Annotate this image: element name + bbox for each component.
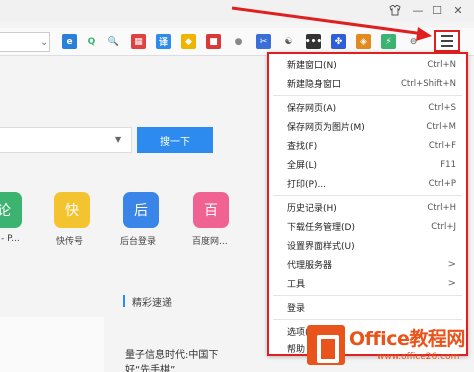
- globe-icon[interactable]: ●: [231, 34, 246, 49]
- baidu-icon[interactable]: ✤: [331, 34, 346, 49]
- menu-item-tools[interactable]: 工具 >: [269, 274, 466, 293]
- translate-icon[interactable]: 译: [156, 34, 171, 49]
- shortcut-tile[interactable]: 论: [0, 192, 22, 228]
- menu-separator: [273, 95, 462, 96]
- section-marker: [123, 295, 125, 307]
- more-icon[interactable]: •••: [305, 34, 322, 49]
- shield-icon[interactable]: ◆: [181, 34, 196, 49]
- main-menu-button[interactable]: [434, 30, 460, 52]
- logo-brand-text: Office教程网: [349, 328, 465, 350]
- minimize-button[interactable]: —: [411, 3, 425, 17]
- search-tools-icon[interactable]: Q: [84, 34, 99, 49]
- main-menu-dropdown: 新建窗口(N) Ctrl+N 新建隐身窗口 Ctrl+Shift+N 保存网页(A)…: [267, 52, 468, 356]
- battery-icon[interactable]: ⚡: [381, 34, 396, 49]
- menu-item-print[interactable]: 打印(P)... Ctrl+P: [269, 174, 466, 193]
- section-title: 精彩速递: [132, 298, 172, 309]
- apps-icon[interactable]: ▦: [131, 34, 146, 49]
- menu-line-icon: [441, 45, 453, 47]
- news-title[interactable]: 量子信息时代:中国下: [125, 346, 218, 361]
- news-title-cont[interactable]: 好“先手棋”: [125, 361, 175, 372]
- menu-item-ui-style[interactable]: 设置界面样式(U): [269, 236, 466, 255]
- menu-line-icon: [441, 40, 453, 42]
- menu-item-fullscreen[interactable]: 全屏(L) F11: [269, 155, 466, 174]
- shirt-icon[interactable]: [388, 3, 402, 17]
- menu-item-proxy[interactable]: 代理服务器 >: [269, 255, 466, 274]
- search-dropdown-icon[interactable]: ▼: [115, 135, 121, 144]
- menu-separator: [273, 195, 462, 196]
- save-icon[interactable]: ■: [206, 34, 221, 49]
- office-logo: Office教程网 www.office26.com: [307, 322, 472, 372]
- search-button[interactable]: 搜一下: [137, 127, 213, 153]
- search-input[interactable]: [0, 127, 132, 153]
- chevron-right-icon: >: [447, 259, 456, 270]
- shortcut-tile[interactable]: 后: [123, 192, 159, 228]
- shortcut-label: 快传号: [56, 237, 84, 247]
- left-panel: [0, 317, 104, 372]
- menu-separator: [273, 295, 462, 296]
- close-button[interactable]: ✕: [451, 3, 465, 17]
- menu-item-find[interactable]: 查找(F) Ctrl+F: [269, 136, 466, 155]
- title-bar: — ☐ ✕: [0, 0, 474, 22]
- maximize-button[interactable]: ☐: [430, 3, 444, 17]
- ie-icon[interactable]: e: [62, 34, 77, 49]
- menu-item-save-as-image[interactable]: 保存网页为图片(M) Ctrl+M: [269, 117, 466, 136]
- shortcut-tile[interactable]: 快: [54, 192, 90, 228]
- menu-item-login[interactable]: 登录: [269, 298, 466, 317]
- shortcut-label: - P...: [1, 234, 20, 244]
- menu-item-downloads[interactable]: 下载任务管理(D) Ctrl+J: [269, 217, 466, 236]
- menu-separator: [273, 319, 462, 320]
- screenshot-icon[interactable]: ✂: [256, 34, 271, 49]
- shortcut-label: 百度网...: [192, 237, 228, 247]
- chevron-down-icon[interactable]: ⌄: [40, 37, 48, 48]
- link-icon[interactable]: ⊖: [406, 34, 421, 49]
- shortcut-label: 后台登录: [120, 237, 157, 247]
- magnifier-icon[interactable]: 🔍: [106, 34, 121, 49]
- menu-item-new-incognito[interactable]: 新建隐身窗口 Ctrl+Shift+N: [269, 74, 466, 93]
- shortcut-tile[interactable]: 百: [193, 192, 229, 228]
- menu-item-save-page[interactable]: 保存网页(A) Ctrl+S: [269, 98, 466, 117]
- menu-item-new-window[interactable]: 新建窗口(N) Ctrl+N: [269, 55, 466, 74]
- office-icon: [307, 325, 345, 365]
- logo-url-text: www.office26.com: [377, 352, 460, 362]
- chevron-right-icon: >: [447, 278, 456, 289]
- yinyang-icon[interactable]: ☯: [281, 34, 296, 49]
- menu-line-icon: [441, 35, 453, 37]
- wallet-icon[interactable]: ◈: [356, 34, 371, 49]
- menu-item-history[interactable]: 历史记录(H) Ctrl+H: [269, 198, 466, 217]
